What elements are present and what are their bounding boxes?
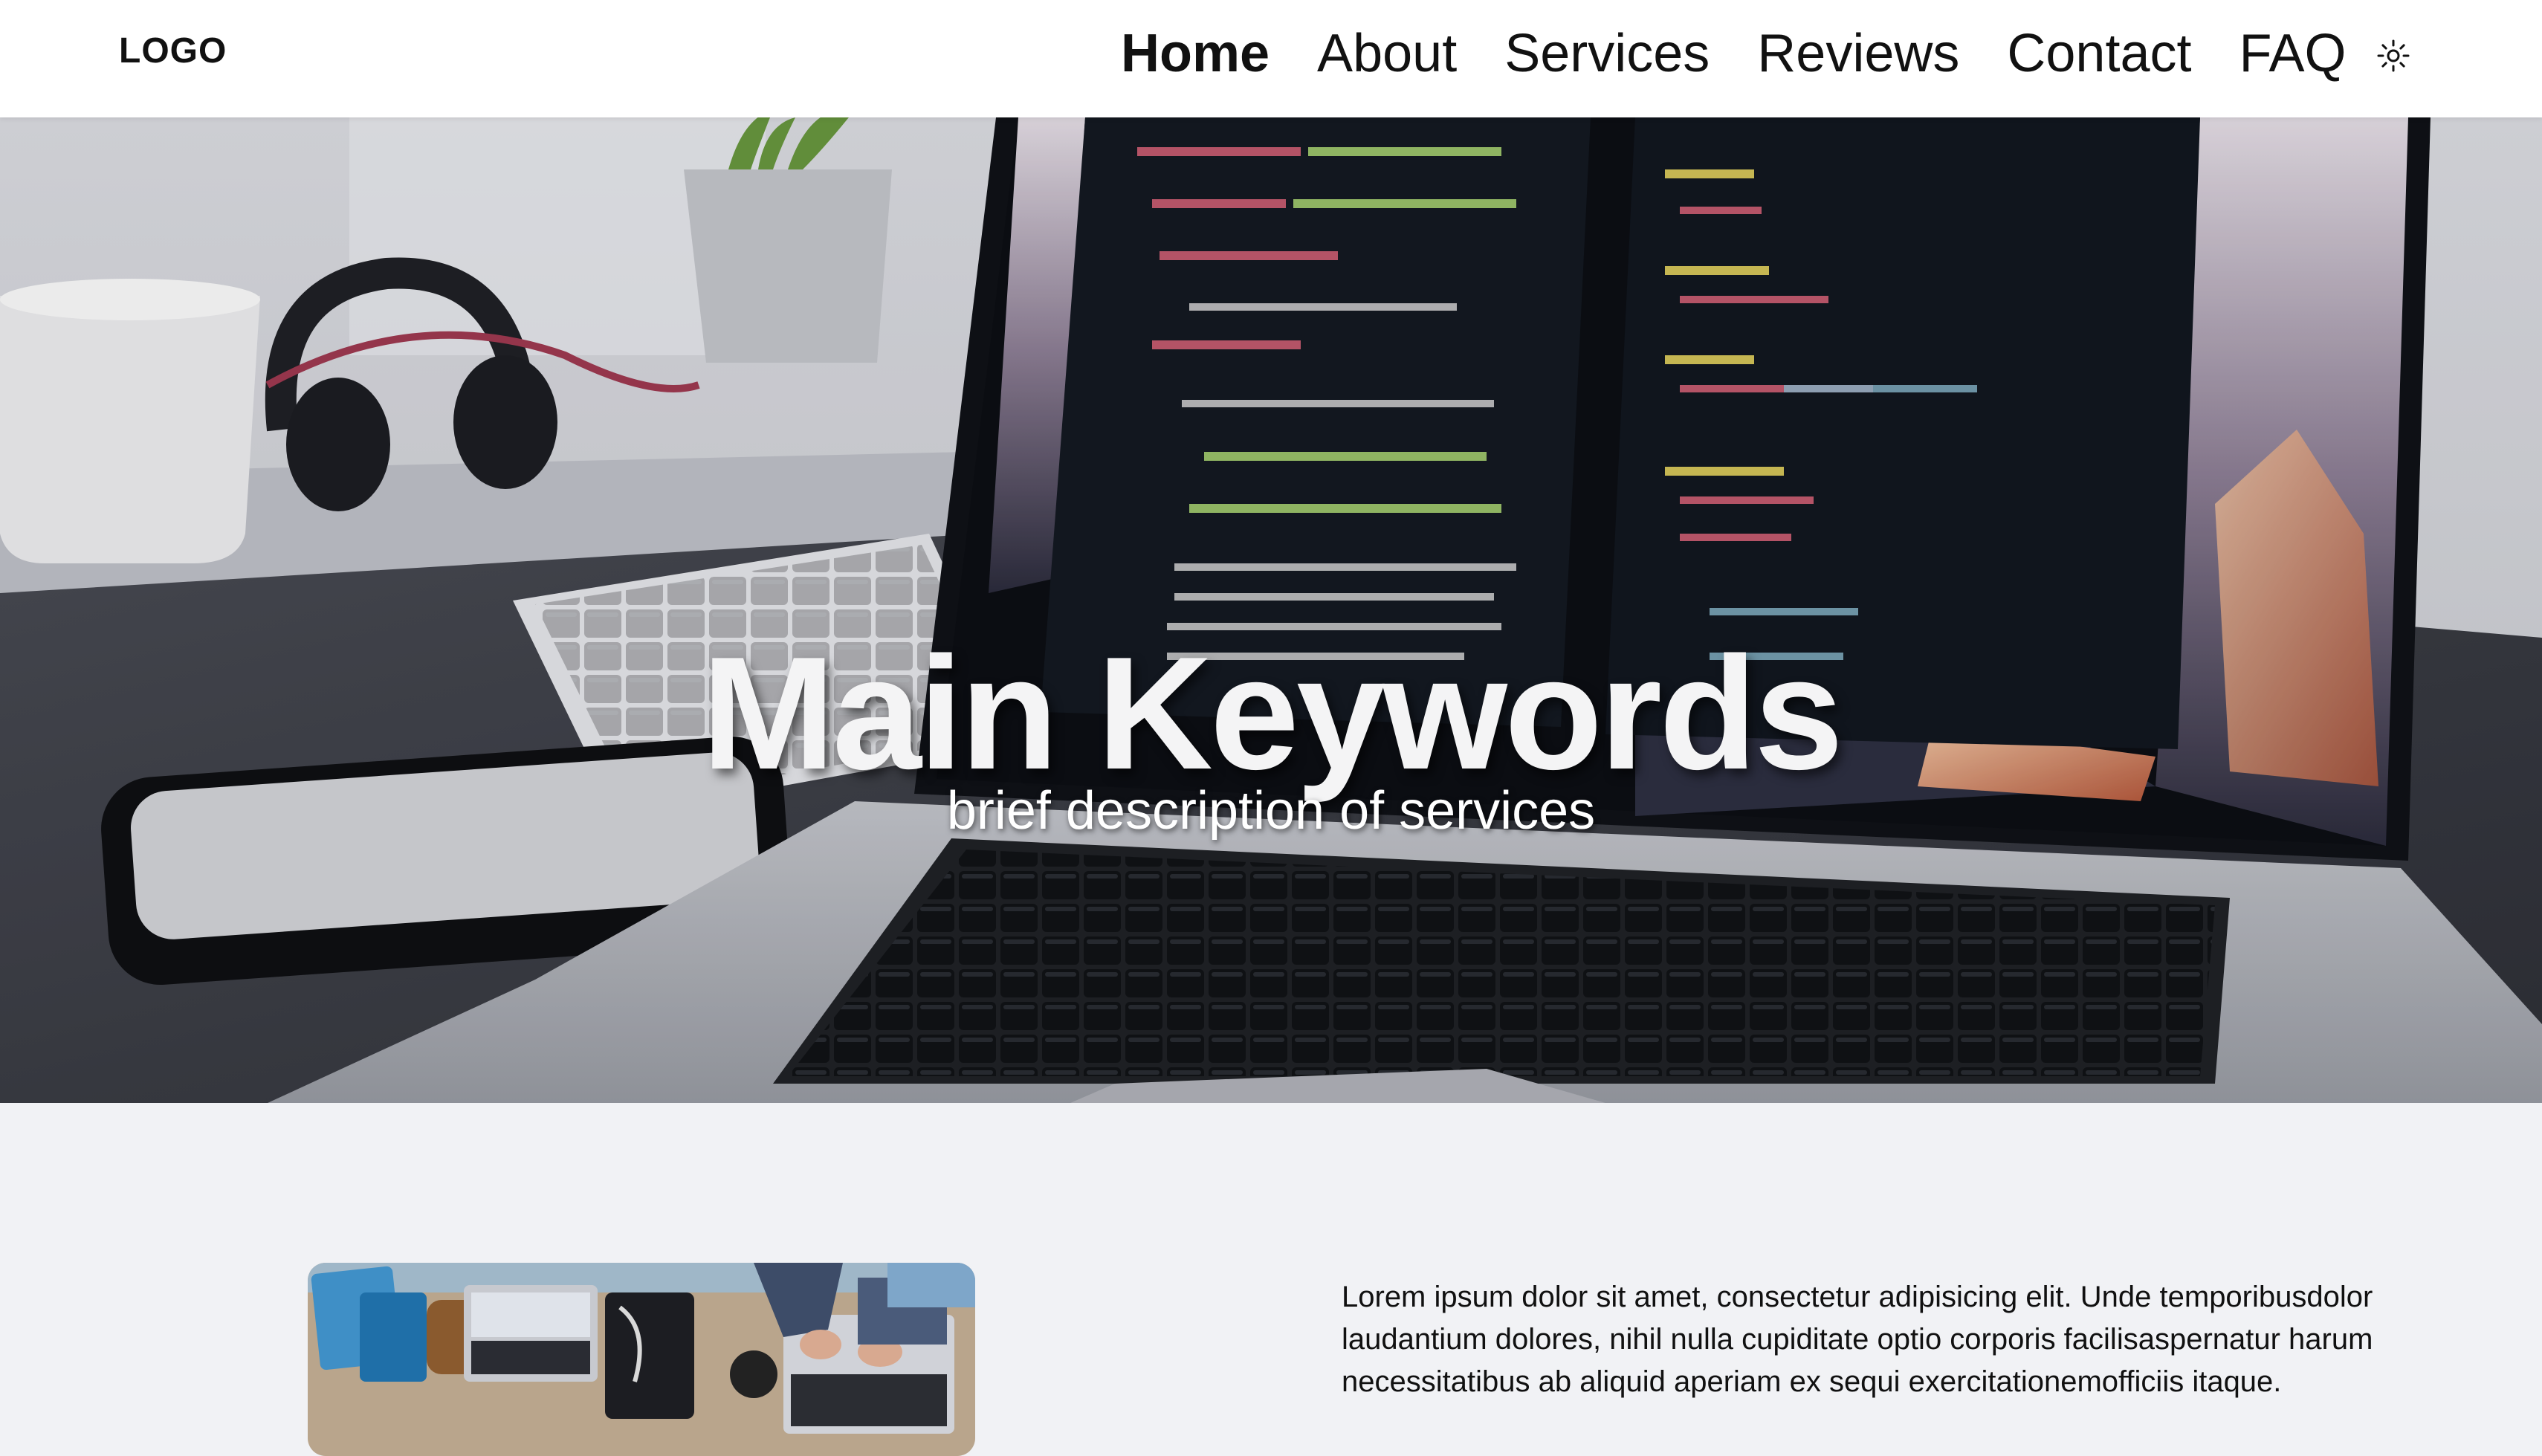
hero-title: Main Keywords [701,622,1843,803]
nav-about[interactable]: About [1317,23,1457,84]
workspace-photo [308,1263,975,1456]
main-nav: Home About Services Reviews Contact FAQ [1121,18,2347,89]
hero-section: Main Keywords brief description of servi… [0,117,2542,1103]
about-paragraph: Lorem ipsum dolor sit amet, consectetur … [1342,1281,2373,1398]
nav-reviews[interactable]: Reviews [1757,23,1959,84]
nav-faq[interactable]: FAQ [2239,23,2347,84]
workspace-photo-graphic [308,1263,975,1456]
theme-toggle-button[interactable] [2376,38,2411,74]
nav-contact[interactable]: Contact [2007,23,2191,84]
nav-services[interactable]: Services [1504,23,1710,84]
laptop-desk-photo [0,117,2542,1103]
site-header: LOGO Home About Services Reviews Contact… [0,0,2542,117]
sun-icon [2377,39,2410,72]
hero-subtitle: brief description of services [946,781,1596,841]
logo[interactable]: LOGO [119,30,227,71]
nav-home[interactable]: Home [1121,23,1270,84]
